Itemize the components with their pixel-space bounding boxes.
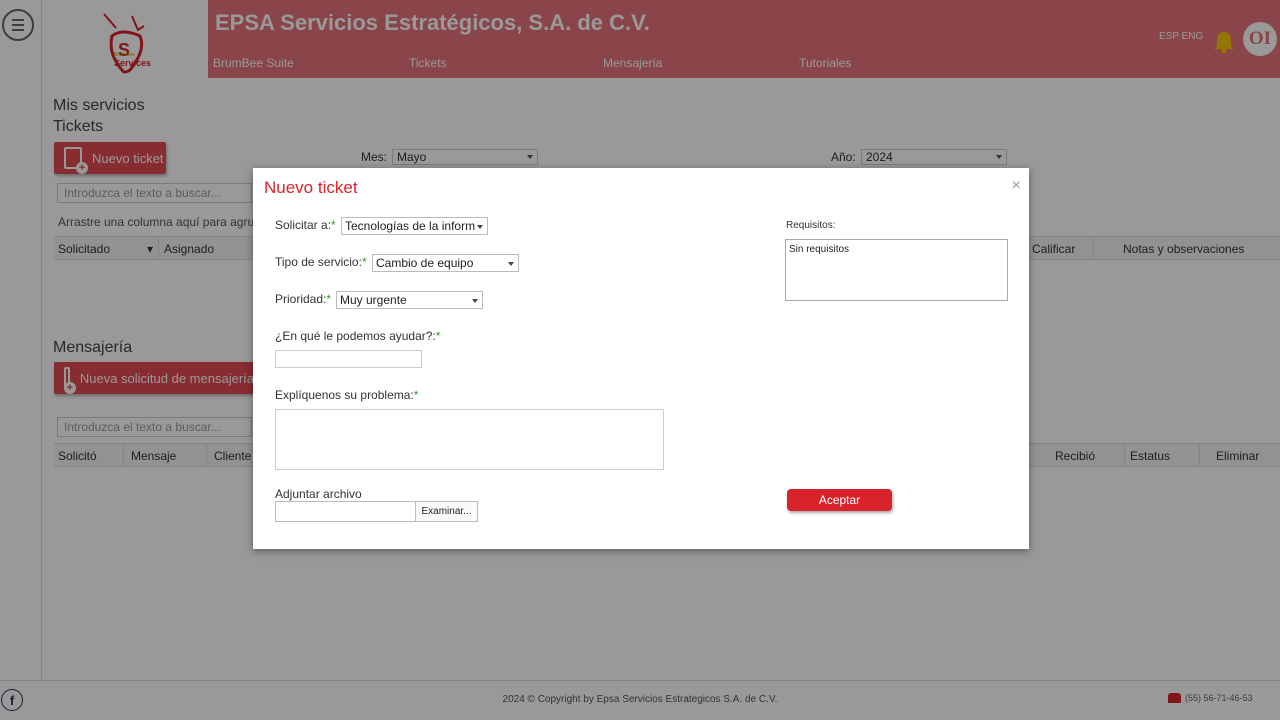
prioridad-select[interactable]: Muy urgente (336, 291, 483, 309)
required-mark: * (435, 329, 441, 343)
prioridad-value: Muy urgente (340, 293, 407, 307)
solicitar-label: Solicitar a:* (275, 218, 336, 232)
chevron-down-icon (477, 225, 483, 229)
chevron-down-icon (508, 262, 514, 266)
adjuntar-label: Adjuntar archivo (275, 487, 362, 501)
required-mark: * (361, 255, 367, 269)
solicitar-select[interactable]: Tecnologías de la inform (341, 217, 488, 235)
requisitos-label: Requisitos: (786, 220, 836, 231)
close-icon[interactable]: × (1012, 177, 1021, 195)
ayuda-label: ¿En qué le podemos ayudar?:* (275, 329, 441, 343)
solicitar-value: Tecnologías de la inform (345, 219, 476, 233)
tipo-servicio-select[interactable]: Cambio de equipo (372, 254, 519, 272)
required-mark: * (331, 218, 336, 232)
required-mark: * (413, 388, 419, 402)
file-path-input[interactable] (275, 501, 416, 522)
ayuda-input[interactable] (275, 350, 422, 368)
new-ticket-modal: Nuevo ticket × Solicitar a:* Tecnologías… (253, 168, 1029, 549)
problema-textarea[interactable] (275, 409, 664, 470)
requisitos-box: Sin requisitos (785, 239, 1008, 301)
prioridad-label: Prioridad:* (275, 292, 332, 306)
examinar-button[interactable]: Examinar... (415, 501, 478, 522)
tipo-servicio-label: Tipo de servicio:* (275, 255, 367, 269)
required-mark: * (326, 292, 332, 306)
chevron-down-icon (472, 299, 478, 303)
tipo-servicio-value: Cambio de equipo (376, 256, 474, 270)
problema-label: Explíquenos su problema:* (275, 388, 419, 402)
accept-button[interactable]: Aceptar (787, 489, 892, 511)
modal-title: Nuevo ticket (264, 178, 358, 197)
